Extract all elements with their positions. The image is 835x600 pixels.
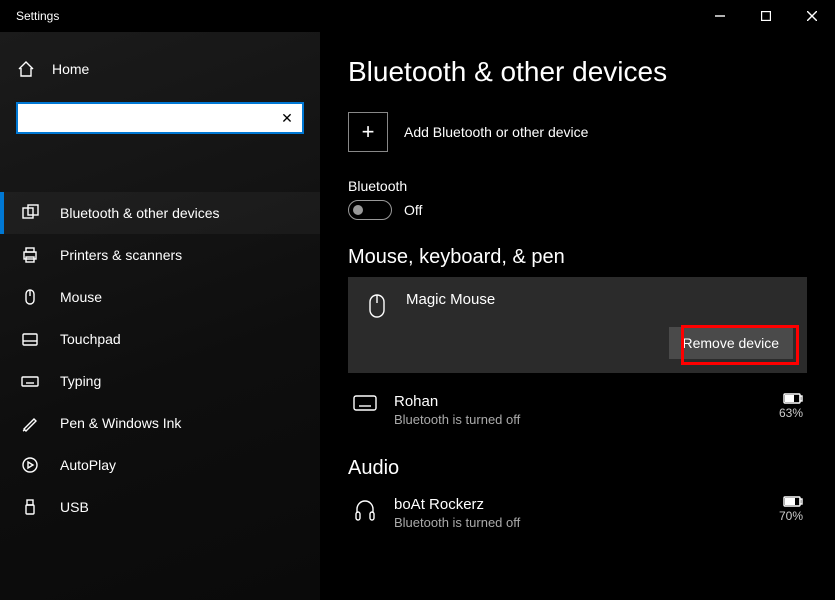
pen-icon: [20, 414, 40, 432]
sidebar-item-label: Bluetooth & other devices: [60, 205, 220, 221]
bluetooth-state: Off: [404, 202, 422, 218]
sidebar: Home ✕ Bluetooth & other devices: [0, 32, 320, 600]
headphones-icon: [352, 496, 378, 522]
battery-icon: [783, 496, 803, 507]
section-heading-audio: Audio: [348, 457, 807, 480]
mouse-icon: [20, 288, 40, 306]
sidebar-item-label: Pen & Windows Ink: [60, 415, 181, 431]
sidebar-item-label: Typing: [60, 373, 101, 389]
clear-icon[interactable]: ✕: [272, 110, 302, 127]
home-icon: [16, 60, 36, 78]
sidebar-item-bluetooth-devices[interactable]: Bluetooth & other devices: [0, 192, 320, 234]
page-title: Bluetooth & other devices: [348, 56, 807, 88]
titlebar: Settings: [0, 0, 835, 32]
search-input-wrap[interactable]: ✕: [16, 102, 304, 134]
sidebar-item-touchpad[interactable]: Touchpad: [0, 318, 320, 360]
keyboard-icon: [20, 372, 40, 390]
search-input[interactable]: [18, 104, 272, 132]
device-row[interactable]: boAt Rockerz Bluetooth is turned off 70%: [348, 488, 807, 538]
touchpad-icon: [20, 330, 40, 348]
device-name: Rohan: [394, 393, 520, 410]
section-heading-mousekb: Mouse, keyboard, & pen: [348, 246, 807, 269]
devices-icon: [20, 204, 40, 222]
add-device-label: Add Bluetooth or other device: [404, 124, 588, 140]
keyboard-icon: [352, 393, 378, 411]
sidebar-item-label: Printers & scanners: [60, 247, 182, 263]
bluetooth-label: Bluetooth: [348, 178, 807, 194]
battery-percent: 70%: [779, 509, 803, 523]
maximize-button[interactable]: [743, 0, 789, 32]
usb-icon: [20, 498, 40, 516]
sidebar-item-label: Touchpad: [60, 331, 121, 347]
sidebar-item-typing[interactable]: Typing: [0, 360, 320, 402]
device-card[interactable]: Magic Mouse Remove device: [348, 277, 807, 373]
home-nav[interactable]: Home: [0, 50, 320, 88]
device-status: Bluetooth is turned off: [394, 515, 520, 530]
close-button[interactable]: [789, 0, 835, 32]
remove-device-button[interactable]: Remove device: [669, 327, 794, 359]
bluetooth-toggle[interactable]: [348, 200, 392, 220]
battery-icon: [783, 393, 803, 404]
minimize-button[interactable]: [697, 0, 743, 32]
plus-icon: +: [348, 112, 388, 152]
sidebar-item-pen[interactable]: Pen & Windows Ink: [0, 402, 320, 444]
window-title: Settings: [16, 9, 697, 23]
autoplay-icon: [20, 456, 40, 474]
home-label: Home: [52, 61, 89, 77]
sidebar-item-label: Mouse: [60, 289, 102, 305]
device-status: Bluetooth is turned off: [394, 412, 520, 427]
battery-percent: 63%: [779, 406, 803, 420]
device-name: Magic Mouse: [406, 291, 495, 308]
device-row[interactable]: Rohan Bluetooth is turned off 63%: [348, 385, 807, 435]
printer-icon: [20, 246, 40, 264]
mouse-icon: [364, 291, 390, 319]
sidebar-item-usb[interactable]: USB: [0, 486, 320, 528]
main-panel: Bluetooth & other devices + Add Bluetoot…: [320, 32, 835, 600]
sidebar-item-autoplay[interactable]: AutoPlay: [0, 444, 320, 486]
toggle-knob: [353, 205, 363, 215]
sidebar-item-label: AutoPlay: [60, 457, 116, 473]
add-device-button[interactable]: + Add Bluetooth or other device: [348, 112, 807, 152]
device-name: boAt Rockerz: [394, 496, 520, 513]
sidebar-item-mouse[interactable]: Mouse: [0, 276, 320, 318]
sidebar-item-label: USB: [60, 499, 89, 515]
sidebar-item-printers[interactable]: Printers & scanners: [0, 234, 320, 276]
